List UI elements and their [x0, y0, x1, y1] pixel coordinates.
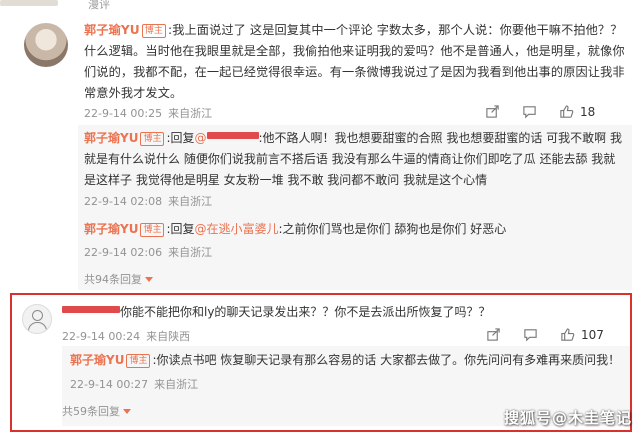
reply-item: 郭子瑜YU 博主:回复@:他不路人啊！我也想要甜蜜的合照 我也想要甜蜜的话 可我不… [84, 128, 624, 191]
reply-meta: 22-9-14 02:06 来自浙江 [84, 244, 218, 260]
reply-prefix: :回复 [166, 131, 195, 145]
more-replies-label: 共94条回复 [84, 273, 142, 286]
reply-date: 22-9-14 02:06 [84, 246, 163, 259]
comment-body: 郭子瑜YU 博主:我上面说过了 这是回复其中一个评论 字数太多，那个人说：你要他干… [84, 20, 629, 104]
reply-username[interactable]: 郭子瑜YU [84, 222, 138, 236]
blogger-badge: 博主 [140, 132, 165, 146]
redaction-mark [206, 132, 259, 139]
blurred-username [0, 0, 58, 6]
reply-prefix: :回复 [166, 222, 195, 236]
reply-date: 22-9-14 02:08 [84, 195, 163, 208]
reply-meta: 22-9-14 02:08 来自浙江 [84, 193, 218, 209]
like-icon[interactable] [559, 104, 574, 119]
comment-icon[interactable] [522, 104, 537, 119]
comment-source: 来自浙江 [168, 107, 213, 120]
reply-source: 来自浙江 [168, 195, 213, 208]
top-strip: 漫评 [0, 0, 642, 12]
reply-source: 来自浙江 [168, 246, 213, 259]
blogger-badge: 博主 [141, 24, 166, 38]
reply-mention[interactable]: @在逃小富婆儿 [195, 222, 279, 236]
watermark: 搜狐号@木圭笔记 [503, 409, 632, 427]
share-icon[interactable] [485, 104, 500, 119]
top-fragment: 漫评 [88, 0, 110, 11]
reply-username[interactable]: 郭子瑜YU [84, 131, 138, 145]
reply-mention[interactable]: @ [195, 131, 207, 145]
like-count: 18 [580, 104, 596, 119]
comment-username[interactable]: 郭子瑜YU [84, 23, 140, 37]
comment-date: 22-9-14 00:25 [84, 107, 163, 120]
comment-meta: 22-9-14 00:25 来自浙江 [84, 105, 218, 121]
more-replies-link[interactable]: 共94条回复 [84, 271, 153, 287]
reply-item: 郭子瑜YU 博主:回复@在逃小富婆儿:之前你们骂也是你们 舔狗也是你们 好恶心 [84, 219, 624, 240]
blogger-badge: 博主 [140, 223, 165, 237]
chevron-down-icon [145, 277, 153, 282]
comment-actions: 18 [485, 104, 595, 119]
avatar[interactable] [24, 23, 68, 67]
reply-text: :之前你们骂也是你们 舔狗也是你们 好恶心 [278, 222, 507, 236]
reply-text: :他不路人啊！我也想要甜蜜的合照 我也想要甜蜜的话 可我不敢啊 我就是有什么说什… [84, 131, 622, 187]
